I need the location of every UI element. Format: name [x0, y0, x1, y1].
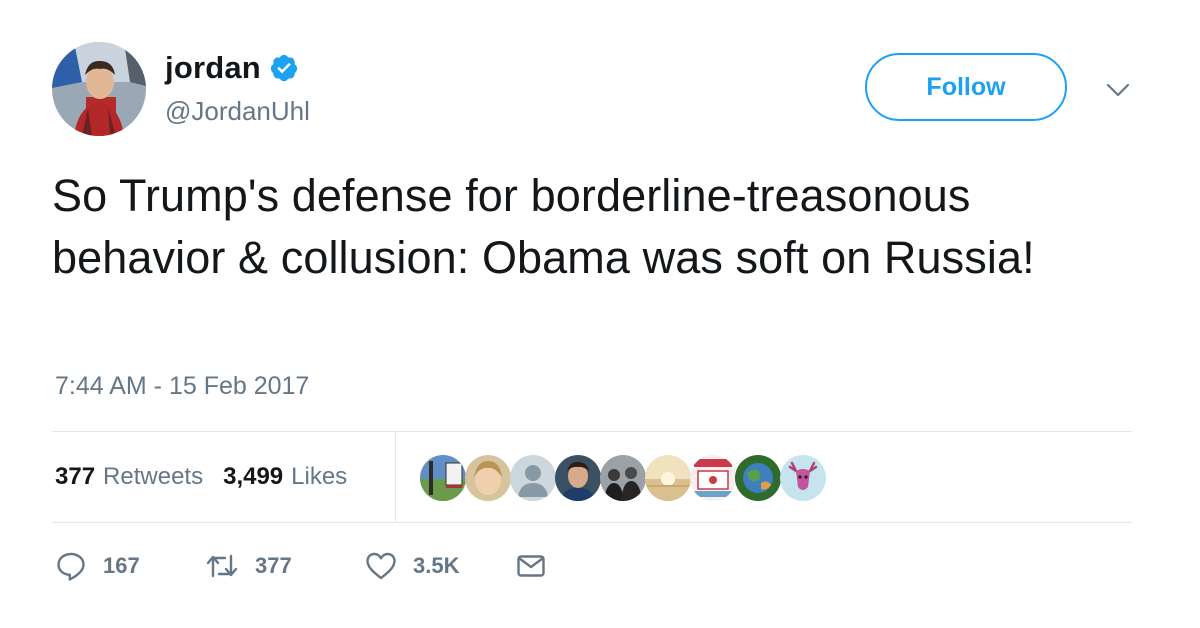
reply-button[interactable]: 167: [55, 550, 205, 582]
liker-avatar-globe[interactable]: [735, 455, 781, 501]
divider-bottom: [52, 522, 1132, 523]
user-handle[interactable]: @JordanUhl: [165, 96, 310, 127]
retweets-label: Retweets: [103, 463, 204, 490]
liker-avatar-default[interactable]: [510, 455, 556, 501]
direct-message-button[interactable]: [515, 550, 547, 582]
liker-avatars: [420, 455, 826, 501]
tweet-stats: 377 Retweets 3,499 Likes: [55, 432, 347, 522]
retweet-button[interactable]: 377: [205, 550, 365, 582]
retweet-count: 377: [255, 553, 292, 578]
tweet-actions: 167 377 3.5K: [55, 546, 547, 586]
verified-badge-icon: [269, 53, 299, 83]
liker-avatar-child[interactable]: [465, 455, 511, 501]
likes-stat[interactable]: 3,499 Likes: [223, 463, 347, 491]
avatar[interactable]: [52, 42, 146, 136]
retweets-count: 377: [55, 463, 96, 490]
tweet-card: jordan @JordanUhl Follow So Trump's defe…: [0, 0, 1200, 628]
envelope-icon: [515, 550, 547, 582]
tweet-timestamp[interactable]: 7:44 AM - 15 Feb 2017: [55, 372, 309, 401]
retweets-stat[interactable]: 377 Retweets: [55, 463, 203, 491]
user-name-row[interactable]: jordan: [165, 46, 299, 90]
retweet-icon: [205, 550, 239, 582]
likes-label: Likes: [291, 463, 348, 490]
reply-count: 167: [103, 553, 140, 578]
heart-icon: [365, 550, 397, 582]
tweet-text: So Trump's defense for borderline-treaso…: [52, 170, 1035, 283]
chevron-down-icon[interactable]: [1104, 80, 1132, 100]
like-button[interactable]: 3.5K: [365, 550, 515, 582]
reply-icon: [55, 550, 87, 582]
liker-avatar-man[interactable]: [555, 455, 601, 501]
liker-avatar-group[interactable]: [600, 455, 646, 501]
like-count: 3.5K: [413, 553, 460, 578]
follow-button[interactable]: Follow: [865, 53, 1067, 121]
liker-avatar-sunset[interactable]: [645, 455, 691, 501]
display-name[interactable]: jordan: [165, 50, 261, 86]
liker-avatar-deer[interactable]: [780, 455, 826, 501]
liker-avatar-landscape[interactable]: [420, 455, 466, 501]
likes-count: 3,499: [223, 463, 284, 490]
stats-separator: [395, 432, 396, 522]
liker-avatar-badge[interactable]: [690, 455, 736, 501]
